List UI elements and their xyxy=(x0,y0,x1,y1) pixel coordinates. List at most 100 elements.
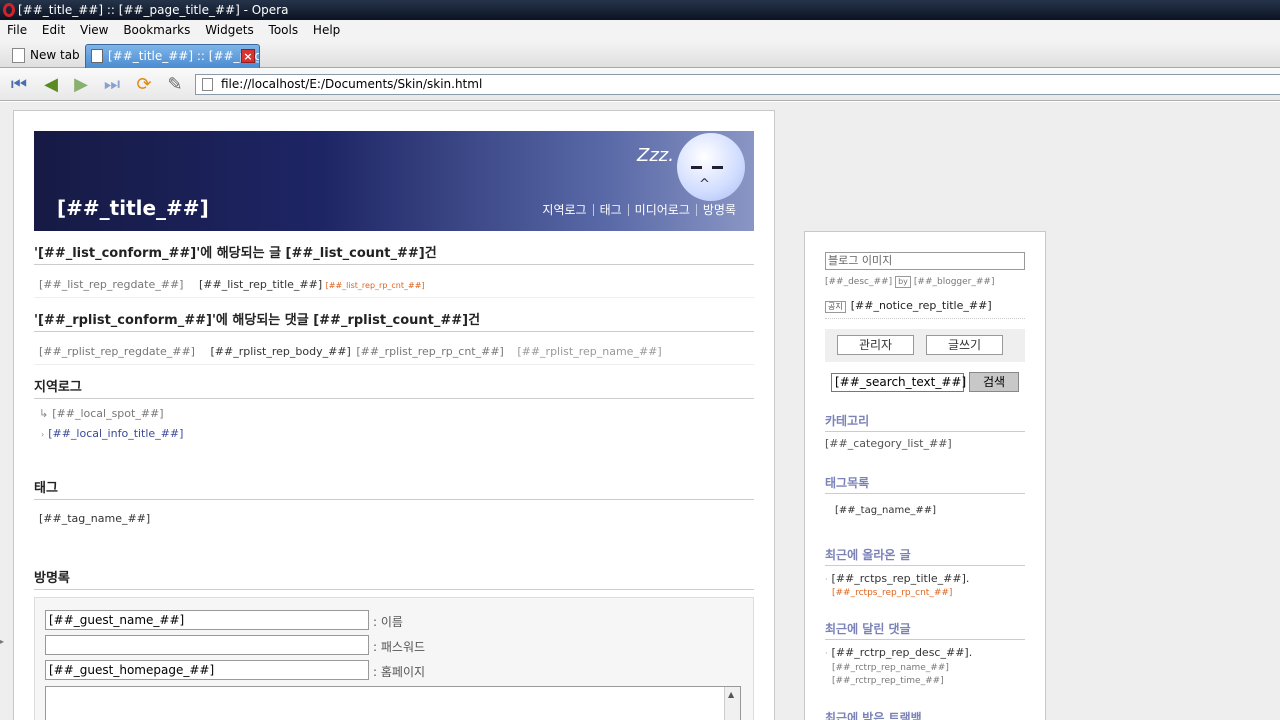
write-button[interactable]: 글쓰기 xyxy=(926,335,1003,355)
moon-face-icon: ^ xyxy=(677,133,745,201)
textarea-scrollbar[interactable]: ▲ xyxy=(724,687,740,720)
tag-section-title: 태그 xyxy=(34,477,754,500)
local-section-title: 지역로그 xyxy=(34,376,754,399)
recent-posts-heading: 최근에 올라온 글 xyxy=(825,546,1025,566)
scroll-up-icon[interactable]: ▲ xyxy=(728,690,734,699)
recent-post-link[interactable]: [##_rctps_rep_title_##]. xyxy=(832,572,970,585)
tab-bar: New tab [##_title_##] :: [##_pag... × xyxy=(0,41,1280,68)
guestbook-form: [##_guest_name_##] : 이름 : 패스워드 [##_guest… xyxy=(34,597,754,720)
menu-view[interactable]: View xyxy=(76,20,112,41)
guest-homepage-label: : 홈페이지 xyxy=(373,665,426,679)
tab-label: [##_title_##] :: [##_pag... xyxy=(108,49,260,63)
recent-trackback-heading: 최근에 받은 트랙백 xyxy=(825,711,922,720)
menu-bar: File Edit View Bookmarks Widgets Tools H… xyxy=(0,20,1280,41)
sidebar: 블로그 이미지 [##_desc_##] by [##_blogger_##] 공지… xyxy=(804,231,1046,720)
browser-window: [##_title_##] :: [##_page_title_##] - Op… xyxy=(0,0,1280,720)
menu-widgets[interactable]: Widgets xyxy=(201,20,258,41)
address-bar[interactable]: file://localhost/E:/Documents/Skin/skin.… xyxy=(195,74,1280,95)
list-regdate: [##_list_rep_regdate_##] xyxy=(39,278,184,291)
edit-icon[interactable]: ✎ xyxy=(164,75,186,95)
recent-replies-heading: 최근에 달린 댓글 xyxy=(825,620,1025,640)
blog-image: 블로그 이미지 xyxy=(825,252,1025,270)
rplist-regdate: [##_rplist_rep_regdate_##] xyxy=(39,345,195,358)
local-spot: [##_local_spot_##] xyxy=(52,407,164,420)
search-button[interactable]: 검색 xyxy=(969,372,1019,392)
recent-post-count: [##_rctps_rep_rp_cnt_##] xyxy=(832,588,953,598)
by-badge: by xyxy=(895,276,911,288)
nav-local-log[interactable]: 지역로그 xyxy=(536,204,592,216)
tag-row: [##_tag_name_##] xyxy=(34,512,754,525)
list-title-link[interactable]: [##_list_rep_title_##] xyxy=(199,278,322,291)
tab-current-page[interactable]: [##_title_##] :: [##_pag... × xyxy=(85,44,260,68)
blog-title[interactable]: [##_title_##] xyxy=(57,196,209,220)
sidebar-tag-link[interactable]: [##_tag_name_##] xyxy=(835,505,1035,516)
recent-reply-item: · [##_rctrp_rep_desc_##]. xyxy=(825,646,1025,659)
bullet-icon: · xyxy=(825,575,828,584)
guest-name-label: : 이름 xyxy=(373,615,403,629)
rplist-section-title: '[##_rplist_conform_##]'에 해당되는 댓글 [##_rp… xyxy=(34,309,754,332)
window-title: [##_title_##] :: [##_page_title_##] - Op… xyxy=(18,3,289,17)
guest-name-input[interactable]: [##_guest_name_##] xyxy=(45,610,369,630)
nav-media-log[interactable]: 미디어로그 xyxy=(627,204,696,216)
notice-title-link[interactable]: [##_notice_rep_title_##] xyxy=(851,299,992,312)
guest-homepage-input[interactable]: [##_guest_homepage_##] xyxy=(45,660,369,680)
main-content: Zzz. ^ [##_title_##] 지역로그 태그 미디어로그 방명록 '[##… xyxy=(13,110,775,720)
list-section-title: '[##_list_conform_##]'에 해당되는 글 [##_list_… xyxy=(34,242,754,265)
page-icon xyxy=(91,49,103,63)
menu-help[interactable]: Help xyxy=(309,20,344,41)
blog-description: [##_desc_##] by [##_blogger_##] xyxy=(825,276,994,288)
close-tab-icon[interactable]: × xyxy=(241,49,255,63)
guestbook-section-title: 방명록 xyxy=(34,567,754,590)
category-list[interactable]: [##_category_list_##] xyxy=(825,437,1025,450)
opera-icon xyxy=(3,3,15,17)
blog-header: Zzz. ^ [##_title_##] 지역로그 태그 미디어로그 방명록 xyxy=(34,131,754,231)
rewind-icon[interactable]: ⏮ xyxy=(8,75,30,95)
nav-tag[interactable]: 태그 xyxy=(592,204,628,216)
recent-reply-name: [##_rctrp_rep_name_##] xyxy=(832,663,949,673)
rplist-row: [##_rplist_rep_regdate_##] [##_rplist_re… xyxy=(34,345,754,365)
menu-tools[interactable]: Tools xyxy=(265,20,303,41)
fast-forward-icon[interactable]: ⏭ xyxy=(101,75,123,95)
tag-link[interactable]: [##_tag_name_##] xyxy=(39,512,150,525)
tab-new[interactable]: New tab xyxy=(6,44,81,68)
guest-password-input[interactable] xyxy=(45,635,369,655)
reload-icon[interactable]: ⟳ xyxy=(133,75,155,95)
rplist-name: [##_rplist_rep_name_##] xyxy=(517,345,662,358)
file-icon xyxy=(202,78,213,91)
recent-reply-link[interactable]: [##_rctrp_rep_desc_##]. xyxy=(832,646,973,659)
forward-icon[interactable]: ▶ xyxy=(70,75,92,95)
notice-badge: 공지 xyxy=(825,301,846,313)
tag-list-heading: 태그목록 xyxy=(825,474,1025,494)
local-info-row: › [##_local_info_title_##] xyxy=(34,427,754,440)
menu-file[interactable]: File xyxy=(3,20,31,41)
admin-button[interactable]: 관리자 xyxy=(837,335,914,355)
recent-post-item: · [##_rctps_rep_title_##]. xyxy=(825,572,1025,585)
arrow-icon: › xyxy=(41,430,45,439)
admin-buttons: 관리자 글쓰기 xyxy=(825,329,1025,362)
list-row: [##_list_rep_regdate_##] [##_list_rep_ti… xyxy=(34,278,754,298)
back-icon[interactable]: ◀ xyxy=(40,75,62,95)
bullet-icon: · xyxy=(825,649,828,658)
nav-guestbook[interactable]: 방명록 xyxy=(695,204,742,216)
page-viewport: ▸ Zzz. ^ [##_title_##] 지역로그 태그 미디어로그 방명록 '[… xyxy=(0,102,1280,720)
category-heading: 카테고리 xyxy=(825,412,1025,432)
blogger-name: [##_blogger_##] xyxy=(913,277,995,287)
guest-message-textarea[interactable]: ▲ xyxy=(45,686,741,720)
header-zzz: Zzz. xyxy=(637,145,674,166)
local-spot-row: ↳ [##_local_spot_##] xyxy=(34,407,754,420)
local-info-link[interactable]: [##_local_info_title_##] xyxy=(48,427,183,440)
guest-password-label: : 패스워드 xyxy=(373,640,426,654)
panel-toggle-icon[interactable]: ▸ xyxy=(0,637,4,649)
page-icon xyxy=(12,48,25,63)
menu-edit[interactable]: Edit xyxy=(38,20,69,41)
menu-bookmarks[interactable]: Bookmarks xyxy=(119,20,194,41)
address-url: file://localhost/E:/Documents/Skin/skin.… xyxy=(221,77,483,91)
tree-branch-icon: ↳ xyxy=(39,407,49,420)
navigation-toolbar: ⏮ ◀ ▶ ⏭ ⟳ ✎ file://localhost/E:/Document… xyxy=(0,68,1280,101)
tab-label: New tab xyxy=(30,48,80,62)
rplist-body-link[interactable]: [##_rplist_rep_body_##] xyxy=(210,345,350,358)
search-input[interactable]: [##_search_text_##] xyxy=(831,373,966,392)
title-bar: [##_title_##] :: [##_page_title_##] - Op… xyxy=(0,0,1280,20)
notice-row: 공지 [##_notice_rep_title_##] xyxy=(825,299,992,313)
header-nav: 지역로그 태그 미디어로그 방명록 xyxy=(536,203,742,217)
